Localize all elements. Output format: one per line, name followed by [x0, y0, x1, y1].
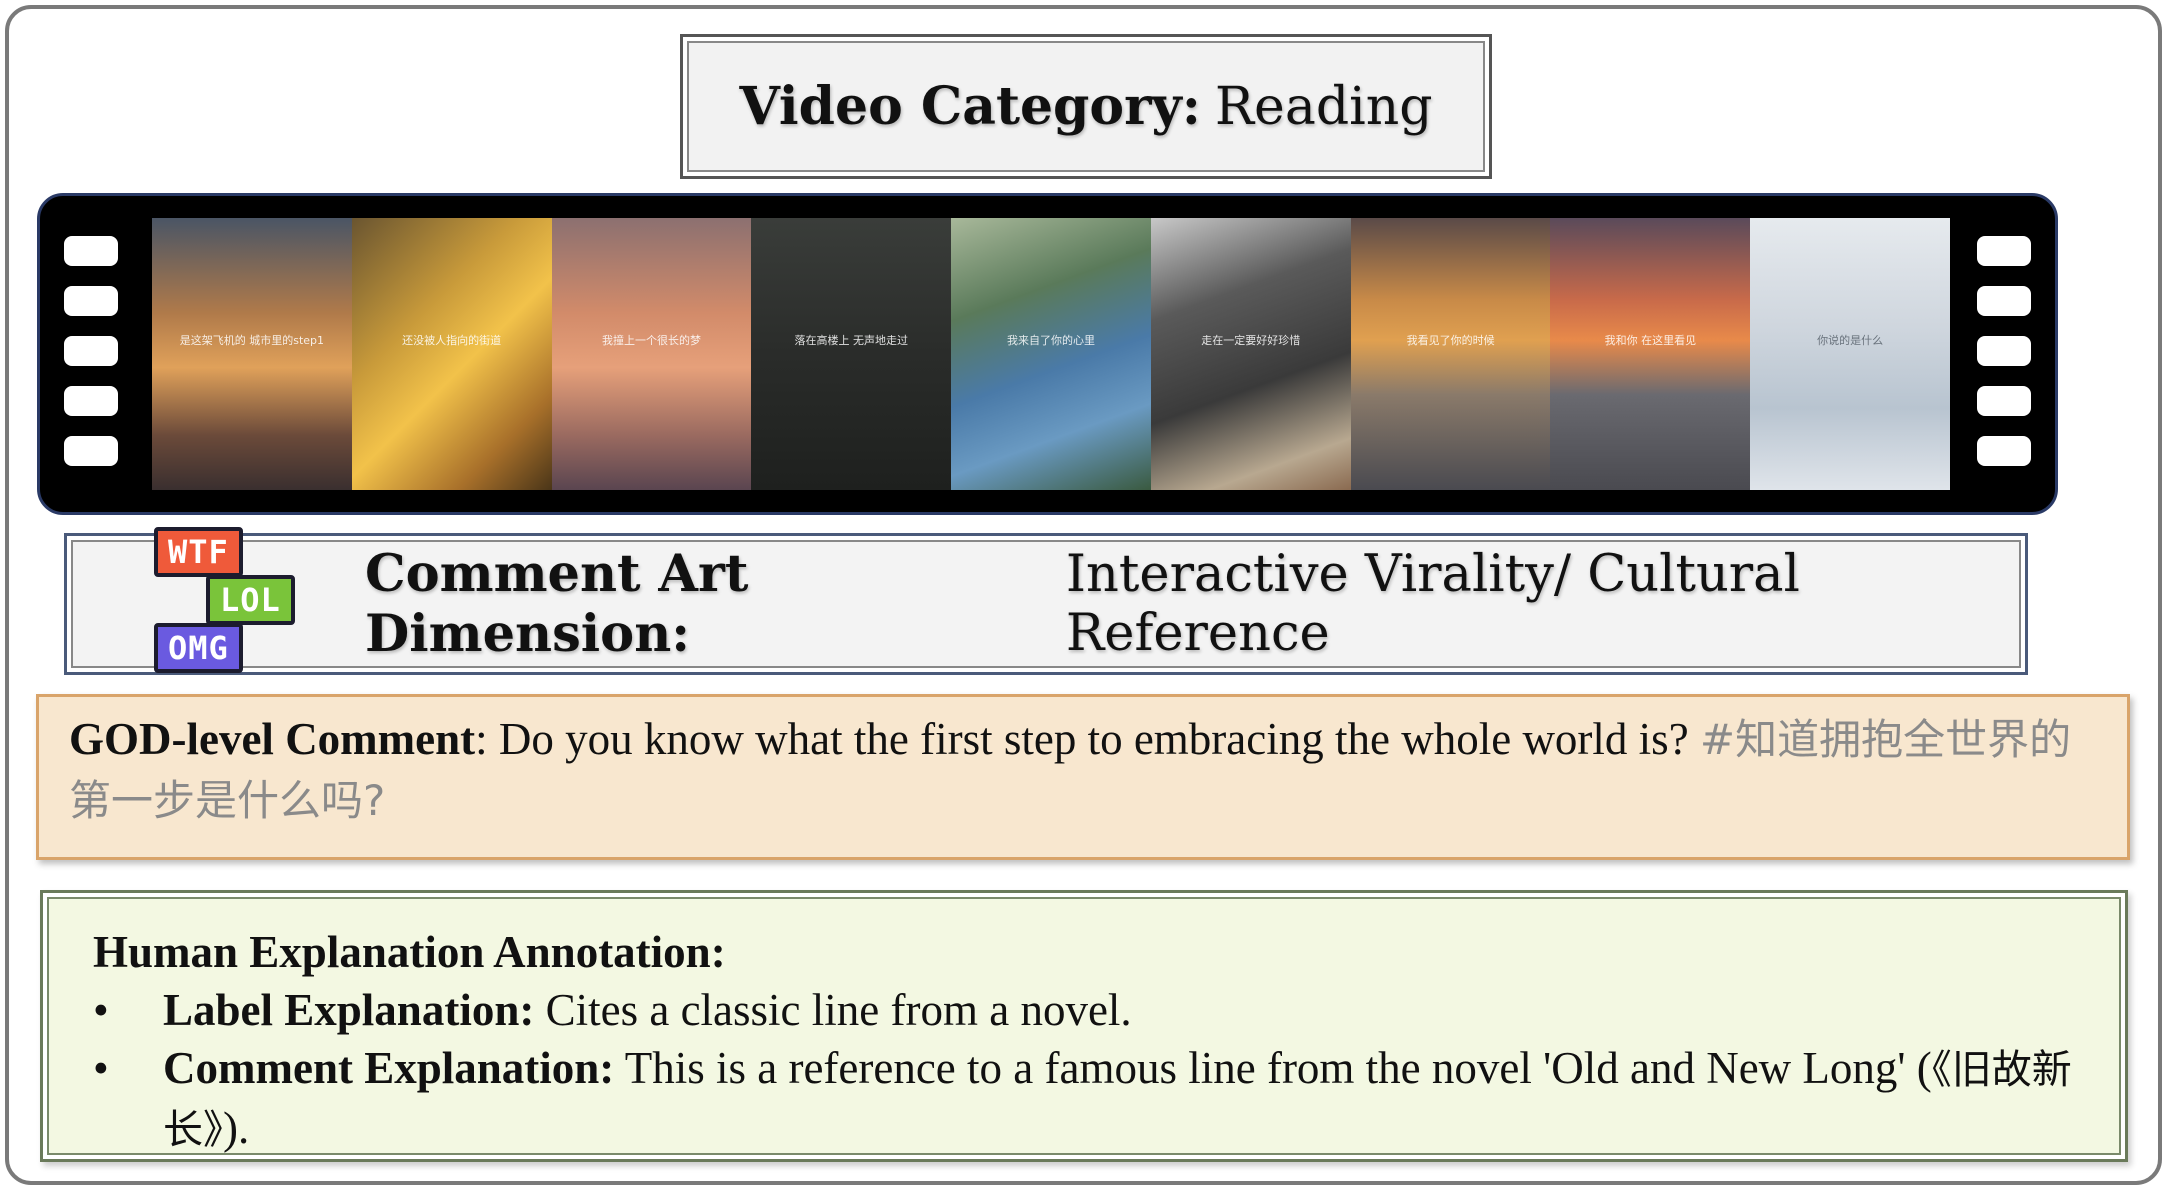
video-category-box: Video Category: Reading	[680, 34, 1492, 179]
bullet-icon: •	[93, 985, 109, 1035]
video-frame-2: 还没被人指向的街道	[351, 218, 552, 490]
video-frame-4: 落在高楼上 无声地走过	[751, 218, 952, 490]
film-strip: 是这架飞机的 城市里的step1 还没被人指向的街道 我撞上一个很长的梦 落在高…	[37, 193, 2058, 515]
video-category-value: Reading	[1214, 76, 1433, 137]
video-frames: 是这架飞机的 城市里的step1 还没被人指向的街道 我撞上一个很长的梦 落在高…	[152, 218, 1951, 490]
video-frame-1: 是这架飞机的 城市里的step1	[152, 218, 352, 490]
list-item: • Comment Explanation: This is a referen…	[93, 1039, 2075, 1159]
frame-caption: 我来自了你的心里	[1007, 334, 1096, 348]
comment-explanation-text: This is a reference to a famous line fro…	[614, 1043, 1932, 1093]
lol-sticker: LOL	[206, 575, 295, 625]
film-hole	[1977, 386, 2031, 416]
frame-caption: 我撞上一个很长的梦	[601, 334, 701, 348]
film-holes-left	[64, 236, 118, 466]
frame-caption: 是这架飞机的 城市里的step1	[179, 334, 325, 348]
film-hole	[1977, 286, 2031, 316]
video-frame-5: 我来自了你的心里	[951, 218, 1151, 490]
film-hole	[1977, 436, 2031, 466]
comment-art-dimension-box: Comment Art Dimension: Interactive Viral…	[64, 533, 2028, 675]
god-level-comment-box: GOD-level Comment: Do you know what the …	[36, 694, 2130, 860]
bullet-icon: •	[93, 1043, 109, 1093]
film-hole	[64, 386, 118, 416]
video-frame-7: 我看见了你的时候	[1350, 218, 1551, 490]
label-explanation-text: Cites a classic line from a novel.	[534, 985, 1132, 1035]
list-item: • Label Explanation: Cites a classic lin…	[93, 981, 2075, 1039]
frame-caption: 走在一定要好好珍惜	[1201, 334, 1301, 348]
frame-caption: 我看见了你的时候	[1406, 334, 1495, 348]
video-category-label: Video Category:	[739, 76, 1201, 137]
frame-caption: 还没被人指向的街道	[402, 334, 502, 348]
comment-art-label: Comment Art Dimension:	[365, 544, 749, 664]
video-frame-6: 走在一定要好好珍惜	[1150, 218, 1351, 490]
film-hole	[64, 286, 118, 316]
human-explanation-box: Human Explanation Annotation: • Label Ex…	[40, 890, 2128, 1162]
comment-art-value: Interactive Virality/ Cultural Reference	[1065, 545, 1800, 663]
wtf-sticker: WTF	[154, 527, 243, 577]
comment-explanation-label: Comment Explanation:	[163, 1043, 615, 1093]
video-frame-3: 我撞上一个很长的梦	[551, 218, 752, 490]
film-hole	[1977, 336, 2031, 366]
label-explanation-label: Label Explanation:	[163, 985, 535, 1035]
wtf-lol-omg-stickers-icon: WTF LOL OMG	[150, 525, 310, 675]
video-frame-8: 我和你 在这里看见	[1550, 218, 1751, 490]
comment-explanation-tail: ).	[223, 1103, 250, 1153]
explanation-title: Human Explanation Annotation:	[93, 927, 726, 977]
film-hole	[1977, 236, 2031, 266]
film-hole	[64, 336, 118, 366]
film-hole	[64, 236, 118, 266]
frame-caption: 我和你 在这里看见	[1604, 334, 1697, 348]
omg-sticker: OMG	[154, 623, 243, 673]
video-frame-9: 你说的是什么	[1750, 218, 1951, 490]
frame-caption: 落在高楼上 无声地走过	[794, 334, 908, 348]
film-holes-right	[1977, 236, 2031, 466]
god-comment-label: GOD-level Comment	[69, 714, 476, 764]
film-hole	[64, 436, 118, 466]
god-comment-text: : Do you know what the first step to emb…	[475, 714, 1700, 764]
frame-caption: 你说的是什么	[1817, 334, 1884, 348]
